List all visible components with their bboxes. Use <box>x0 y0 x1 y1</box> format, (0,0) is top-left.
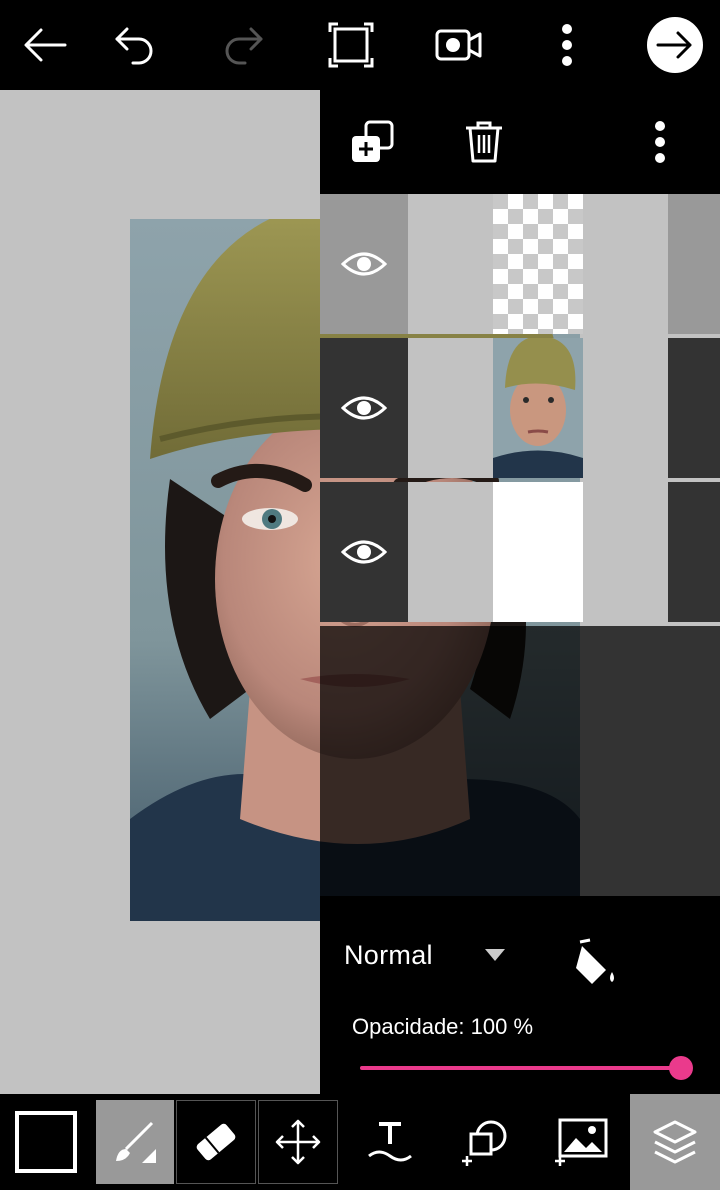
opacity-slider-track[interactable] <box>360 1066 682 1070</box>
eraser-tool-icon[interactable] <box>176 1100 256 1184</box>
text-tool-icon[interactable] <box>348 1094 432 1190</box>
layer-properties: Normal Opacidade: 100 % <box>320 896 720 1094</box>
blend-mode-select[interactable]: Normal <box>344 940 433 971</box>
undo-icon[interactable] <box>100 10 170 80</box>
opacity-label: Opacidade: 100 % <box>352 1014 534 1039</box>
layer-item[interactable] <box>320 194 720 334</box>
layer-item[interactable] <box>320 338 720 478</box>
layer-item[interactable] <box>320 482 720 622</box>
layer-thumbnail <box>493 482 583 622</box>
more-vertical-icon[interactable] <box>532 10 602 80</box>
more-vertical-icon[interactable] <box>630 112 690 172</box>
brush-tool-icon[interactable] <box>96 1100 174 1184</box>
eye-icon[interactable] <box>320 194 408 334</box>
color-swatch[interactable] <box>0 1094 92 1190</box>
layer-thumbnail <box>493 338 583 478</box>
top-toolbar <box>0 0 720 90</box>
redo-icon[interactable] <box>208 10 278 80</box>
chevron-down-icon[interactable] <box>484 948 506 962</box>
duplicate-layer-icon[interactable] <box>342 112 402 172</box>
layer-thumbnail-frame <box>408 482 668 622</box>
opacity-slider-handle[interactable] <box>669 1056 693 1080</box>
move-tool-icon[interactable] <box>258 1100 338 1184</box>
delete-layer-icon[interactable] <box>454 112 514 172</box>
layer-thumbnail-frame <box>408 338 668 478</box>
crop-frame-icon[interactable] <box>316 10 386 80</box>
layers-panel: Normal Opacidade: 100 % <box>320 90 720 1094</box>
next-arrow-icon[interactable] <box>640 10 710 80</box>
back-arrow-icon[interactable] <box>10 10 80 80</box>
paint-bucket-icon[interactable] <box>568 936 624 992</box>
bottom-toolbar <box>0 1094 720 1190</box>
layer-thumbnail <box>493 194 583 334</box>
video-record-icon[interactable] <box>424 10 494 80</box>
add-photo-icon[interactable] <box>540 1094 622 1190</box>
layers-panel-header <box>320 90 720 194</box>
layer-thumbnail-frame <box>408 194 668 334</box>
eye-icon[interactable] <box>320 482 408 622</box>
add-sticker-icon[interactable] <box>440 1094 530 1190</box>
eye-icon[interactable] <box>320 338 408 478</box>
layers-icon[interactable] <box>630 1094 720 1190</box>
